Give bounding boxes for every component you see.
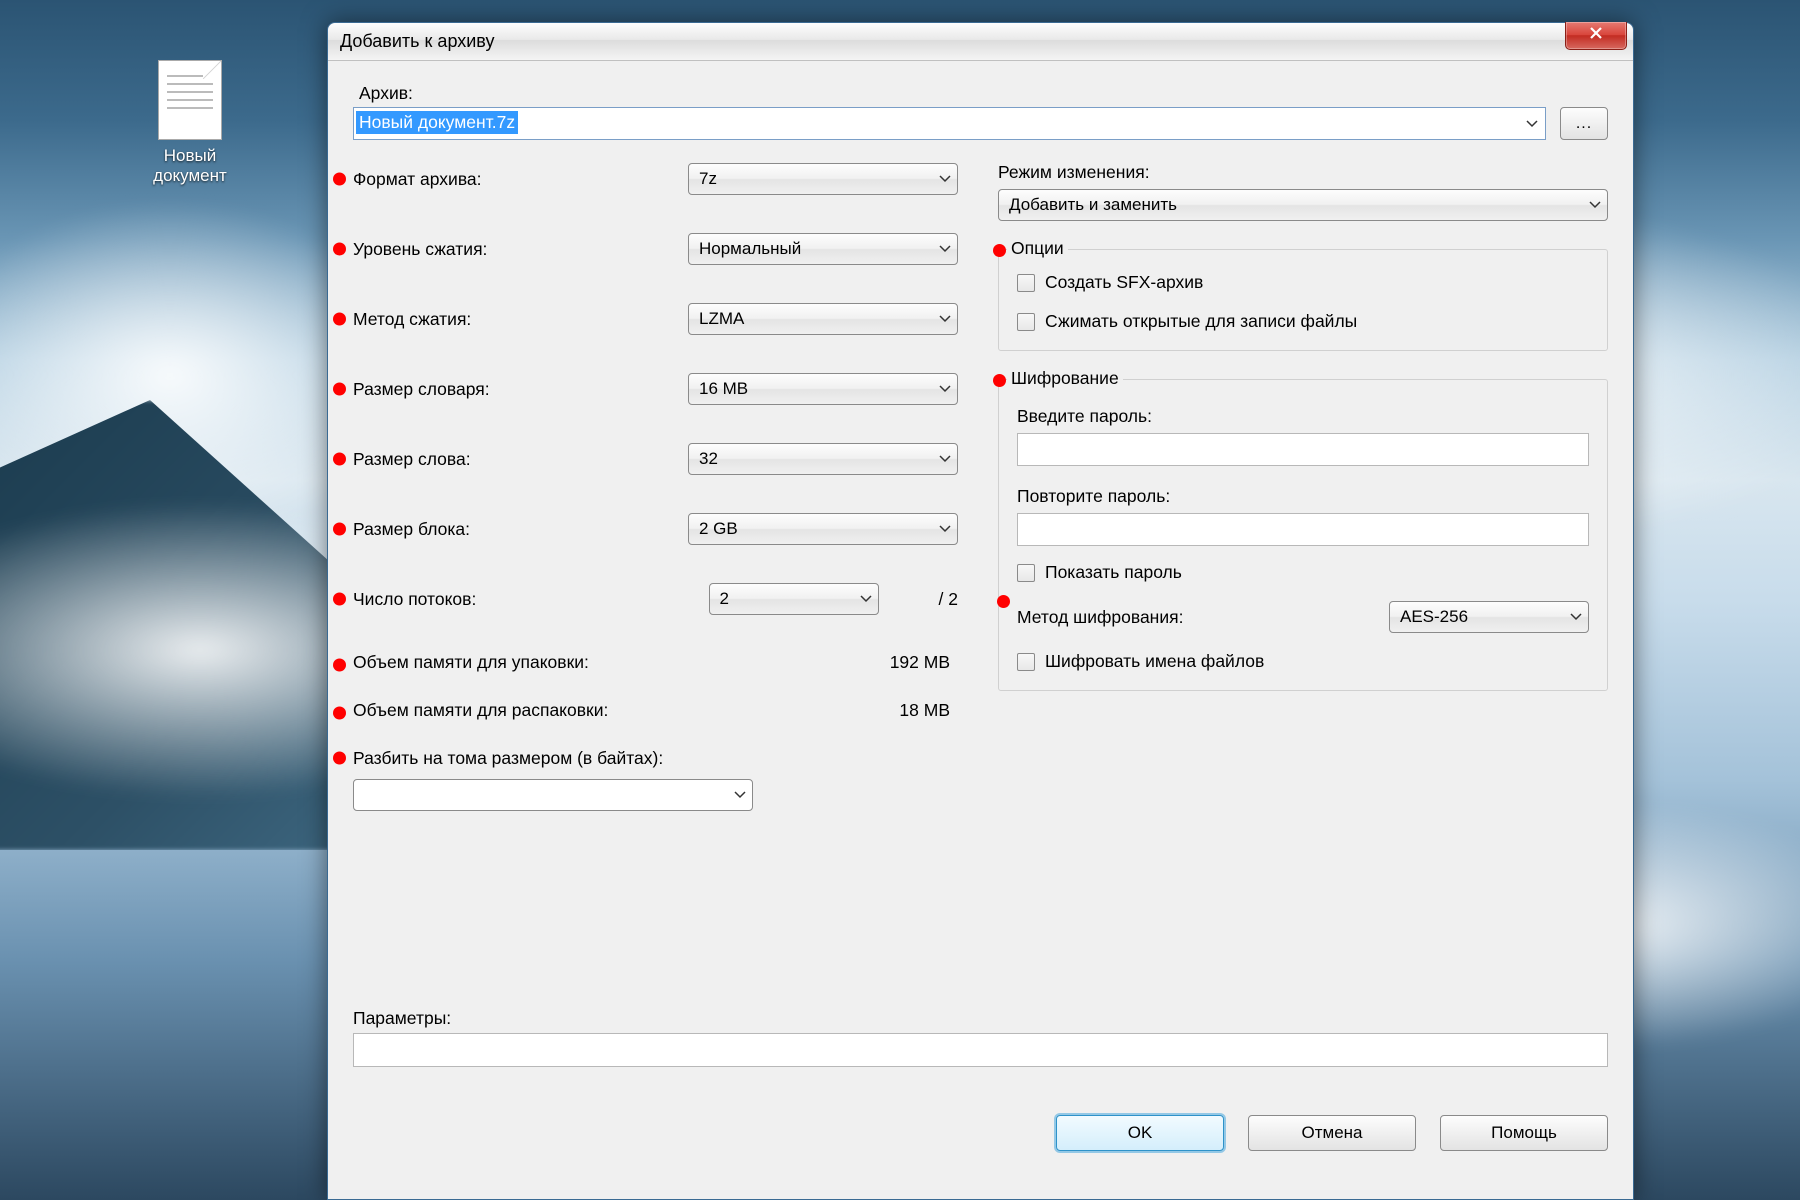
marker-dot (333, 523, 346, 536)
window-title: Добавить к архиву (340, 31, 494, 52)
chevron-down-icon (1570, 613, 1582, 621)
chevron-down-icon (939, 525, 951, 533)
checkbox-icon (1017, 313, 1035, 331)
chevron-down-icon (939, 245, 951, 253)
marker-dot (333, 752, 346, 765)
threads-select[interactable]: 2 (709, 583, 879, 615)
update-mode-select[interactable]: Добавить и заменить (998, 189, 1608, 221)
marker-dot (993, 244, 1006, 257)
marker-dot (333, 659, 346, 672)
chevron-down-icon (939, 385, 951, 393)
desktop-wallpaper: Новый документ Добавить к архиву Архив: … (0, 0, 1800, 1200)
ok-button[interactable]: OK (1056, 1115, 1224, 1151)
mem-pack-label: Объем памяти для упаковки: (353, 652, 848, 678)
mem-unpack-value: 18 MB (848, 700, 958, 726)
marker-dot (333, 383, 346, 396)
word-size-select[interactable]: 32 (688, 443, 958, 475)
desktop-file-icon[interactable]: Новый документ (130, 60, 250, 187)
help-button[interactable]: Помощь (1440, 1115, 1608, 1151)
compression-method-label: Метод сжатия: (353, 309, 688, 330)
repeat-password-label: Повторите пароль: (1017, 486, 1589, 507)
repeat-password-input[interactable] (1017, 513, 1589, 546)
mem-pack-value: 192 MB (848, 652, 958, 678)
checkbox-icon (1017, 653, 1035, 671)
show-password-label: Показать пароль (1045, 562, 1182, 583)
parameters-input[interactable] (353, 1033, 1608, 1067)
mem-unpack-label: Объем памяти для распаковки: (353, 700, 848, 726)
dictionary-size-select[interactable]: 16 MB (688, 373, 958, 405)
word-size-label: Размер слова: (353, 449, 688, 470)
encryption-group: Шифрование Введите пароль: Повторите пар… (998, 379, 1608, 691)
encryption-title: Шифрование (1007, 368, 1123, 389)
compress-open-files-label: Сжимать открытые для записи файлы (1045, 311, 1357, 332)
chevron-down-icon (860, 595, 872, 603)
split-volumes-combo[interactable] (353, 779, 753, 811)
marker-dot (333, 313, 346, 326)
options-group: Опции Создать SFX-архив Сжимать открытые… (998, 249, 1608, 351)
chevron-down-icon (1589, 201, 1601, 209)
split-volumes-label: Разбить на тома размером (в байтах): (353, 748, 958, 769)
checkbox-icon (1017, 564, 1035, 582)
threads-max: / 2 (939, 589, 958, 610)
compress-open-files-checkbox-row[interactable]: Сжимать открытые для записи файлы (1017, 311, 1589, 332)
chevron-down-icon (939, 315, 951, 323)
update-mode-label: Режим изменения: (998, 162, 1608, 183)
chevron-down-icon (939, 455, 951, 463)
chevron-down-icon (734, 791, 746, 799)
encrypt-filenames-label: Шифровать имена файлов (1045, 651, 1264, 672)
sfx-checkbox-row[interactable]: Создать SFX-архив (1017, 272, 1589, 293)
dictionary-size-label: Размер словаря: (353, 379, 688, 400)
encryption-method-select[interactable]: AES-256 (1389, 601, 1589, 633)
browse-button[interactable]: ... (1560, 107, 1608, 140)
show-password-checkbox-row[interactable]: Показать пароль (1017, 562, 1589, 583)
archive-name-combo[interactable]: Новый документ.7z (353, 107, 1546, 140)
archive-label: Архив: (359, 83, 1608, 104)
marker-dot (993, 374, 1006, 387)
titlebar[interactable]: Добавить к архиву (328, 23, 1633, 61)
encrypt-filenames-checkbox-row[interactable]: Шифровать имена файлов (1017, 651, 1589, 672)
marker-dot (997, 595, 1010, 608)
archive-format-select[interactable]: 7z (688, 163, 958, 195)
cancel-button[interactable]: Отмена (1248, 1115, 1416, 1151)
enter-password-label: Введите пароль: (1017, 406, 1589, 427)
block-size-label: Размер блока: (353, 519, 688, 540)
desktop-file-label: Новый документ (130, 146, 250, 187)
close-icon (1588, 25, 1604, 46)
chevron-down-icon (939, 175, 951, 183)
sfx-checkbox-label: Создать SFX-архив (1045, 272, 1203, 293)
archive-format-label: Формат архива: (353, 169, 688, 190)
add-to-archive-dialog: Добавить к архиву Архив: Новый документ.… (327, 22, 1634, 1200)
checkbox-icon (1017, 274, 1035, 292)
marker-dot (333, 243, 346, 256)
marker-dot (333, 173, 346, 186)
archive-name-input[interactable] (353, 107, 1546, 140)
compression-method-select[interactable]: LZMA (688, 303, 958, 335)
threads-label: Число потоков: (353, 589, 709, 610)
marker-dot (333, 593, 346, 606)
encryption-method-label: Метод шифрования: (1017, 607, 1377, 628)
block-size-select[interactable]: 2 GB (688, 513, 958, 545)
compression-level-select[interactable]: Нормальный (688, 233, 958, 265)
options-title: Опции (1007, 238, 1068, 259)
parameters-label: Параметры: (353, 1008, 1608, 1029)
text-file-icon (158, 60, 222, 140)
marker-dot (333, 453, 346, 466)
close-button[interactable] (1565, 22, 1627, 50)
password-input[interactable] (1017, 433, 1589, 466)
marker-dot (333, 707, 346, 720)
compression-level-label: Уровень сжатия: (353, 239, 688, 260)
